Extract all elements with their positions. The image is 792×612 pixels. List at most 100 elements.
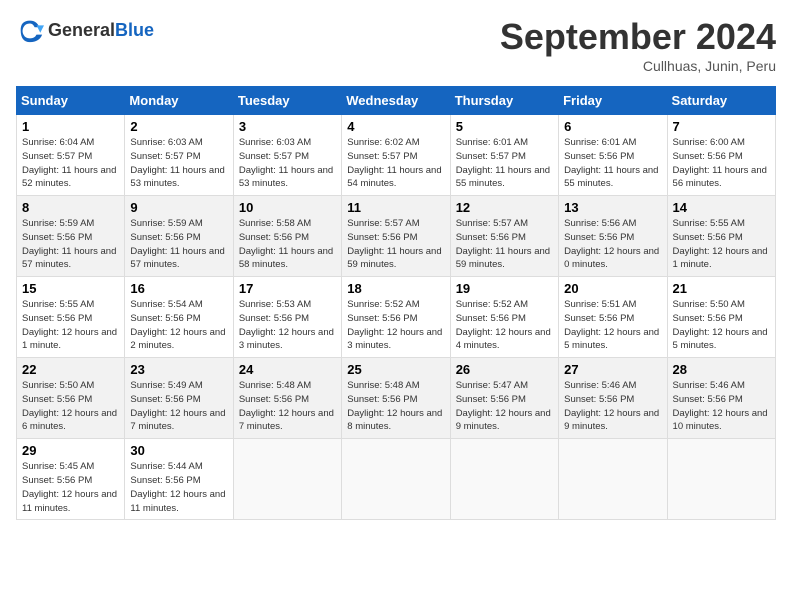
logo: GeneralBlue [16, 16, 154, 44]
day-number: 24 [239, 362, 336, 377]
table-row: 17 Sunrise: 5:53 AMSunset: 5:56 PMDaylig… [233, 277, 341, 358]
table-row: 6 Sunrise: 6:01 AMSunset: 5:56 PMDayligh… [559, 115, 667, 196]
day-number: 16 [130, 281, 227, 296]
day-info: Sunrise: 5:54 AMSunset: 5:56 PMDaylight:… [130, 298, 227, 353]
day-number: 23 [130, 362, 227, 377]
day-info: Sunrise: 5:52 AMSunset: 5:56 PMDaylight:… [456, 298, 553, 353]
table-row: 7 Sunrise: 6:00 AMSunset: 5:56 PMDayligh… [667, 115, 775, 196]
table-row: 27 Sunrise: 5:46 AMSunset: 5:56 PMDaylig… [559, 358, 667, 439]
day-number: 27 [564, 362, 661, 377]
table-row [667, 439, 775, 520]
day-number: 26 [456, 362, 553, 377]
table-row: 29 Sunrise: 5:45 AMSunset: 5:56 PMDaylig… [17, 439, 125, 520]
location-subtitle: Cullhuas, Junin, Peru [500, 58, 776, 74]
table-row [233, 439, 341, 520]
day-info: Sunrise: 5:55 AMSunset: 5:56 PMDaylight:… [22, 298, 119, 353]
table-row: 20 Sunrise: 5:51 AMSunset: 5:56 PMDaylig… [559, 277, 667, 358]
day-number: 1 [22, 119, 119, 134]
calendar-table: Sunday Monday Tuesday Wednesday Thursday… [16, 86, 776, 520]
day-number: 13 [564, 200, 661, 215]
day-info: Sunrise: 5:50 AMSunset: 5:56 PMDaylight:… [673, 298, 770, 353]
page-header: GeneralBlue September 2024 Cullhuas, Jun… [16, 16, 776, 74]
day-info: Sunrise: 5:46 AMSunset: 5:56 PMDaylight:… [564, 379, 661, 434]
calendar-row: 1 Sunrise: 6:04 AMSunset: 5:57 PMDayligh… [17, 115, 776, 196]
table-row: 26 Sunrise: 5:47 AMSunset: 5:56 PMDaylig… [450, 358, 558, 439]
day-number: 22 [22, 362, 119, 377]
table-row: 5 Sunrise: 6:01 AMSunset: 5:57 PMDayligh… [450, 115, 558, 196]
day-info: Sunrise: 5:48 AMSunset: 5:56 PMDaylight:… [347, 379, 444, 434]
table-row: 23 Sunrise: 5:49 AMSunset: 5:56 PMDaylig… [125, 358, 233, 439]
day-number: 6 [564, 119, 661, 134]
day-info: Sunrise: 5:57 AMSunset: 5:56 PMDaylight:… [456, 217, 553, 272]
day-number: 25 [347, 362, 444, 377]
day-info: Sunrise: 6:03 AMSunset: 5:57 PMDaylight:… [130, 136, 227, 191]
day-info: Sunrise: 5:55 AMSunset: 5:56 PMDaylight:… [673, 217, 770, 272]
day-info: Sunrise: 5:48 AMSunset: 5:56 PMDaylight:… [239, 379, 336, 434]
day-info: Sunrise: 6:01 AMSunset: 5:57 PMDaylight:… [456, 136, 553, 191]
table-row: 8 Sunrise: 5:59 AMSunset: 5:56 PMDayligh… [17, 196, 125, 277]
table-row [342, 439, 450, 520]
day-info: Sunrise: 5:58 AMSunset: 5:56 PMDaylight:… [239, 217, 336, 272]
day-number: 17 [239, 281, 336, 296]
day-number: 15 [22, 281, 119, 296]
col-wednesday: Wednesday [342, 87, 450, 115]
table-row: 22 Sunrise: 5:50 AMSunset: 5:56 PMDaylig… [17, 358, 125, 439]
day-info: Sunrise: 6:02 AMSunset: 5:57 PMDaylight:… [347, 136, 444, 191]
calendar-header-row: Sunday Monday Tuesday Wednesday Thursday… [17, 87, 776, 115]
day-info: Sunrise: 5:52 AMSunset: 5:56 PMDaylight:… [347, 298, 444, 353]
day-number: 10 [239, 200, 336, 215]
day-info: Sunrise: 5:51 AMSunset: 5:56 PMDaylight:… [564, 298, 661, 353]
table-row: 10 Sunrise: 5:58 AMSunset: 5:56 PMDaylig… [233, 196, 341, 277]
day-number: 8 [22, 200, 119, 215]
table-row: 3 Sunrise: 6:03 AMSunset: 5:57 PMDayligh… [233, 115, 341, 196]
col-thursday: Thursday [450, 87, 558, 115]
day-info: Sunrise: 6:01 AMSunset: 5:56 PMDaylight:… [564, 136, 661, 191]
calendar-body: 1 Sunrise: 6:04 AMSunset: 5:57 PMDayligh… [17, 115, 776, 520]
calendar-row: 8 Sunrise: 5:59 AMSunset: 5:56 PMDayligh… [17, 196, 776, 277]
day-info: Sunrise: 5:47 AMSunset: 5:56 PMDaylight:… [456, 379, 553, 434]
day-info: Sunrise: 6:00 AMSunset: 5:56 PMDaylight:… [673, 136, 770, 191]
col-friday: Friday [559, 87, 667, 115]
day-info: Sunrise: 5:59 AMSunset: 5:56 PMDaylight:… [22, 217, 119, 272]
table-row: 18 Sunrise: 5:52 AMSunset: 5:56 PMDaylig… [342, 277, 450, 358]
col-tuesday: Tuesday [233, 87, 341, 115]
day-number: 30 [130, 443, 227, 458]
day-number: 29 [22, 443, 119, 458]
col-monday: Monday [125, 87, 233, 115]
logo-blue: Blue [115, 20, 154, 40]
calendar-row: 29 Sunrise: 5:45 AMSunset: 5:56 PMDaylig… [17, 439, 776, 520]
table-row [450, 439, 558, 520]
calendar-row: 22 Sunrise: 5:50 AMSunset: 5:56 PMDaylig… [17, 358, 776, 439]
table-row: 28 Sunrise: 5:46 AMSunset: 5:56 PMDaylig… [667, 358, 775, 439]
day-number: 9 [130, 200, 227, 215]
table-row: 19 Sunrise: 5:52 AMSunset: 5:56 PMDaylig… [450, 277, 558, 358]
title-section: September 2024 Cullhuas, Junin, Peru [500, 16, 776, 74]
col-sunday: Sunday [17, 87, 125, 115]
day-info: Sunrise: 5:53 AMSunset: 5:56 PMDaylight:… [239, 298, 336, 353]
logo-text: GeneralBlue [48, 20, 154, 41]
day-number: 3 [239, 119, 336, 134]
col-saturday: Saturday [667, 87, 775, 115]
day-number: 21 [673, 281, 770, 296]
table-row: 9 Sunrise: 5:59 AMSunset: 5:56 PMDayligh… [125, 196, 233, 277]
day-number: 20 [564, 281, 661, 296]
day-info: Sunrise: 6:04 AMSunset: 5:57 PMDaylight:… [22, 136, 119, 191]
day-number: 12 [456, 200, 553, 215]
logo-general: General [48, 20, 115, 40]
table-row: 21 Sunrise: 5:50 AMSunset: 5:56 PMDaylig… [667, 277, 775, 358]
table-row [559, 439, 667, 520]
day-info: Sunrise: 6:03 AMSunset: 5:57 PMDaylight:… [239, 136, 336, 191]
day-number: 18 [347, 281, 444, 296]
day-info: Sunrise: 5:59 AMSunset: 5:56 PMDaylight:… [130, 217, 227, 272]
day-info: Sunrise: 5:49 AMSunset: 5:56 PMDaylight:… [130, 379, 227, 434]
day-number: 7 [673, 119, 770, 134]
table-row: 30 Sunrise: 5:44 AMSunset: 5:56 PMDaylig… [125, 439, 233, 520]
day-number: 11 [347, 200, 444, 215]
day-info: Sunrise: 5:45 AMSunset: 5:56 PMDaylight:… [22, 460, 119, 515]
table-row: 25 Sunrise: 5:48 AMSunset: 5:56 PMDaylig… [342, 358, 450, 439]
table-row: 1 Sunrise: 6:04 AMSunset: 5:57 PMDayligh… [17, 115, 125, 196]
day-number: 4 [347, 119, 444, 134]
day-info: Sunrise: 5:46 AMSunset: 5:56 PMDaylight:… [673, 379, 770, 434]
day-info: Sunrise: 5:56 AMSunset: 5:56 PMDaylight:… [564, 217, 661, 272]
table-row: 4 Sunrise: 6:02 AMSunset: 5:57 PMDayligh… [342, 115, 450, 196]
